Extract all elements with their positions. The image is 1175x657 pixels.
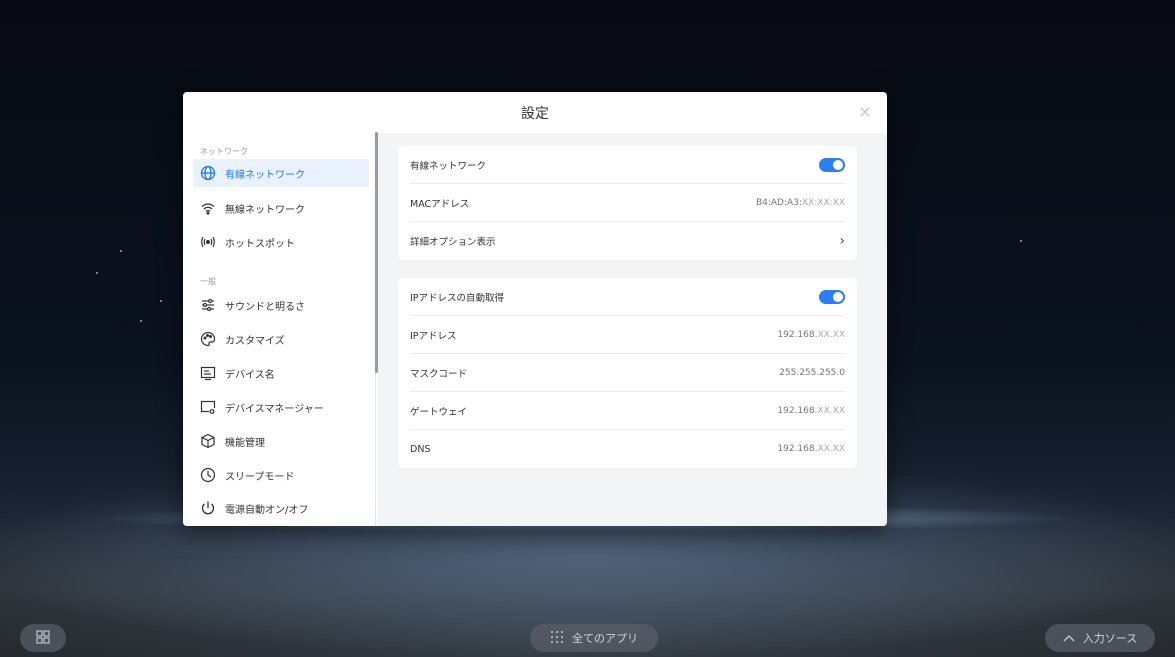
sidebar-item-label: ホットスポット <box>225 238 295 250</box>
all-apps-label: 全てのアプリ <box>572 632 638 645</box>
gateway-value: 192.168.XX.XX <box>777 406 845 416</box>
dialog-title: 設定 <box>521 105 549 122</box>
auto-ip-toggle[interactable] <box>819 289 845 304</box>
cube-icon <box>200 433 216 449</box>
chevron-right-icon[interactable]: › <box>839 233 845 249</box>
sidebar-item-label: 電源自動オン/オフ <box>225 504 309 516</box>
star <box>140 320 142 322</box>
device-manager-icon <box>200 399 216 415</box>
sliders-icon <box>200 297 216 313</box>
auto-ip-label: IPアドレスの自動取得 <box>410 292 505 304</box>
dns-label: DNS <box>410 443 431 455</box>
star <box>1020 240 1022 242</box>
sidebar-item-hotspot[interactable]: ホットスポット <box>193 228 369 256</box>
wired-network-row: 有線ネットワーク <box>410 146 845 184</box>
sidebar-item-label: スリープモード <box>225 471 295 483</box>
sidebar-item-device-manager[interactable]: デバイスマネージャー <box>193 393 369 421</box>
clock-icon <box>200 467 216 483</box>
wired-network-toggle[interactable] <box>819 157 845 172</box>
wired-network-card: 有線ネットワーク MACアドレス B4:AD:A3:XX:XX:XX 詳細オプシ… <box>398 146 857 260</box>
mac-address-value: B4:AD:A3:XX:XX:XX <box>756 198 845 208</box>
sidebar-item-label: 有線ネットワーク <box>225 169 305 181</box>
sidebar-item-power-schedule[interactable]: 電源自動オン/オフ <box>193 494 369 522</box>
grid-icon <box>36 629 50 647</box>
gateway-row: ゲートウェイ 192.168.XX.XX <box>410 392 845 430</box>
close-icon[interactable]: × <box>857 104 873 120</box>
gateway-label: ゲートウェイ <box>410 406 468 418</box>
mac-address-prefix: B4:AD:A3: <box>755 197 802 208</box>
star <box>160 300 162 302</box>
mac-address-masked: XX:XX:XX <box>801 197 845 208</box>
palette-icon <box>200 331 216 347</box>
mask-code-label: マスクコード <box>410 368 468 380</box>
sidebar-item-label: デバイス名 <box>225 369 275 381</box>
sidebar-item-sound-brightness[interactable]: サウンドと明るさ <box>193 291 369 319</box>
section-label-general: 一般 <box>200 277 216 286</box>
auto-ip-row: IPアドレスの自動取得 <box>410 278 845 316</box>
power-icon <box>200 500 216 516</box>
wired-network-label: 有線ネットワーク <box>410 160 487 172</box>
dns-masked: XX.XX <box>817 444 845 454</box>
sidebar-item-label: 無線ネットワーク <box>225 204 305 216</box>
ip-address-masked: XX.XX <box>817 329 845 340</box>
mac-address-label: MACアドレス <box>410 198 470 210</box>
ip-address-label: IPアドレス <box>410 330 457 342</box>
advanced-options-row[interactable]: 詳細オプション表示 › <box>410 222 845 260</box>
sidebar-item-wireless-network[interactable]: 無線ネットワーク <box>193 194 369 222</box>
sidebar-item-label: カスタマイズ <box>225 335 285 347</box>
settings-content: 有線ネットワーク MACアドレス B4:AD:A3:XX:XX:XX 詳細オプシ… <box>378 133 887 526</box>
mask-code-row: マスクコード 255.255.255.0 <box>410 354 845 392</box>
advanced-options-label: 詳細オプション表示 <box>410 237 496 248</box>
globe-icon <box>200 165 216 181</box>
sidebar-item-device-name[interactable]: デバイス名 <box>193 359 369 387</box>
input-source-button[interactable]: 入力ソース <box>1045 624 1155 652</box>
sidebar-item-sleep-mode[interactable]: スリープモード <box>193 461 369 489</box>
sidebar-item-label: サウンドと明るさ <box>225 301 305 313</box>
apps-grid-icon <box>550 630 564 647</box>
dialog-header: 設定 × <box>183 92 887 133</box>
wifi-icon <box>200 200 216 216</box>
chevron-up-icon <box>1063 632 1075 645</box>
mac-address-row: MACアドレス B4:AD:A3:XX:XX:XX <box>410 184 845 222</box>
all-apps-button[interactable]: 全てのアプリ <box>530 624 658 652</box>
sidebar-item-wired-network[interactable]: 有線ネットワーク <box>193 159 369 187</box>
gateway-prefix: 192.168. <box>777 405 818 416</box>
hotspot-icon <box>200 234 216 250</box>
ip-address-row: IPアドレス 192.168.XX.XX <box>410 316 845 354</box>
star <box>96 272 98 274</box>
input-source-label: 入力ソース <box>1082 632 1138 645</box>
settings-dialog: 設定 × ネットワーク 有線ネットワーク 無線ネットワーク ホットスポット 一般 <box>183 92 887 526</box>
dns-value: 192.168.XX.XX <box>777 444 845 454</box>
sidebar-item-label: 機能管理 <box>225 437 265 449</box>
mask-code-value: 255.255.255.0 <box>779 367 845 378</box>
sidebar-item-customize[interactable]: カスタマイズ <box>193 325 369 353</box>
star <box>120 250 122 252</box>
settings-sidebar: ネットワーク 有線ネットワーク 無線ネットワーク ホットスポット 一般 サウンド <box>183 133 376 526</box>
dns-row: DNS 192.168.XX.XX <box>410 430 845 468</box>
ip-settings-card: IPアドレスの自動取得 IPアドレス 192.168.XX.XX マスクコード … <box>398 278 857 468</box>
ip-address-prefix: 192.168. <box>777 329 818 340</box>
section-label-network: ネットワーク <box>200 147 248 156</box>
sidebar-item-label: デバイスマネージャー <box>225 403 324 415</box>
ip-address-value: 192.168.XX.XX <box>777 330 845 340</box>
gateway-masked: XX.XX <box>817 405 845 416</box>
sidebar-item-feature-management[interactable]: 機能管理 <box>193 427 369 455</box>
app-switcher-button[interactable] <box>20 624 66 652</box>
device-name-icon <box>200 365 216 381</box>
dns-prefix: 192.168. <box>777 444 818 454</box>
